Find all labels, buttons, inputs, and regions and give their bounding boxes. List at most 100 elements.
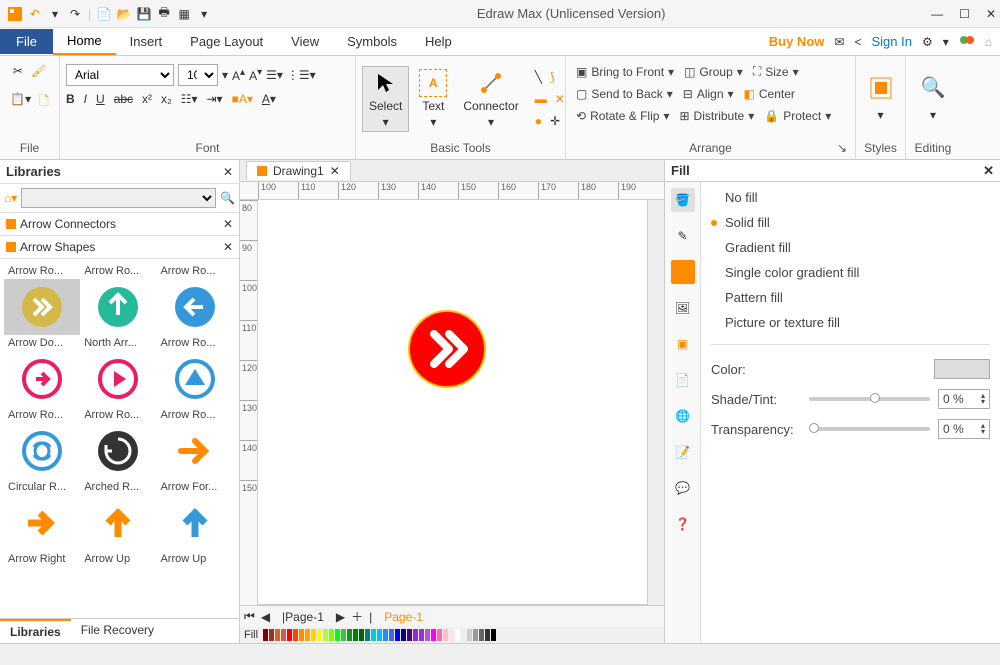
text-tool[interactable]: A Text▾ [413,67,453,131]
shape-arrow-double[interactable] [4,279,80,335]
color-swatch[interactable] [365,629,370,641]
library-dropdown[interactable] [21,188,216,208]
scrollbar-vertical[interactable] [648,200,664,605]
home-icon[interactable]: ⌂ [985,35,992,49]
close-section-icon[interactable]: ✕ [223,217,233,231]
color-swatch[interactable] [419,629,424,641]
color-swatch[interactable] [323,629,328,641]
font-decrease-icon[interactable]: A▾ [249,67,262,83]
color-swatch[interactable] [311,629,316,641]
fill-option-picture[interactable]: Picture or texture fill [711,315,990,330]
document-tab[interactable]: Drawing1 ✕ [246,161,351,180]
page-tab-1[interactable]: |Page-1 [276,610,330,624]
chevron-down-icon[interactable]: ▾ [48,7,62,21]
protect-button[interactable]: 🔒 Protect ▾ [760,107,835,125]
close-panel-icon[interactable]: ✕ [223,165,233,179]
page-nav-prev[interactable]: ◀ [261,610,270,624]
font-color-icon[interactable]: A▾ [262,92,276,106]
color-swatch[interactable] [263,629,268,641]
page-nav-next[interactable]: ▶ [336,610,345,624]
color-swatch[interactable] [281,629,286,641]
color-swatch[interactable] [341,629,346,641]
page-nav-first[interactable]: ⏮ [244,609,255,624]
styles-icon[interactable] [869,76,893,100]
shape-arrow-left[interactable] [156,279,232,335]
color-swatch[interactable] [377,629,382,641]
arrange-expand-icon[interactable]: ↘ [837,141,847,155]
color-swatch[interactable] [383,629,388,641]
shape-arrow-play[interactable] [80,351,156,407]
paste-icon[interactable]: ✂ [13,64,23,78]
color-swatch[interactable] [329,629,334,641]
minimize-button[interactable]: — [931,7,943,21]
menu-insert[interactable]: Insert [116,29,177,54]
color-swatch[interactable] [287,629,292,641]
buy-now-link[interactable]: Buy Now [769,34,825,49]
gear-dropdown[interactable]: ▾ [943,35,949,49]
fill-option-pattern[interactable]: Pattern fill [711,290,990,305]
bold-button[interactable]: B [66,92,75,106]
italic-button[interactable]: I [84,92,87,106]
menu-page-layout[interactable]: Page Layout [176,29,277,54]
color-swatch[interactable] [461,629,466,641]
shade-value-input[interactable]: 0 %▴▾ [938,389,990,409]
line-tool-icon[interactable]: ╲ [535,70,542,84]
color-swatch[interactable] [401,629,406,641]
color-swatch[interactable] [455,629,460,641]
shape-arched-refresh[interactable] [80,423,156,479]
curve-tool-icon[interactable]: ⟆ [550,70,555,84]
color-swatch[interactable] [347,629,352,641]
color-swatch[interactable] [293,629,298,641]
group-button[interactable]: ◫ Group ▾ [680,63,747,81]
close-tab-icon[interactable]: ✕ [330,164,340,178]
redo-icon[interactable]: ↷ [68,7,82,21]
fill-solid-icon[interactable] [671,260,695,284]
close-button[interactable]: ✕ [986,7,996,21]
color-swatch[interactable] [467,629,472,641]
indent-icon[interactable]: ⇥▾ [207,92,223,106]
lib-section-arrow-shapes[interactable]: Arrow Shapes ✕ [0,236,239,259]
rect-tool-icon[interactable]: ▬ [535,92,547,106]
color-swatch[interactable] [335,629,340,641]
color-swatch[interactable] [443,629,448,641]
menu-view[interactable]: View [277,29,333,54]
highlight-icon[interactable]: ■A▾ [232,92,253,106]
color-swatch[interactable] [299,629,304,641]
fill-bucket-icon[interactable]: 🪣 [671,188,695,212]
connector-tool[interactable]: Connector▾ [457,67,524,131]
page-tab-active[interactable]: Page-1 [378,610,429,624]
fill-option-gradient[interactable]: Gradient fill [711,240,990,255]
color-swatch[interactable] [305,629,310,641]
shape-north-arrow[interactable] [80,279,156,335]
color-swatch[interactable] [275,629,280,641]
canvas[interactable] [258,200,648,605]
pen-icon[interactable]: ✎ [671,224,695,248]
undo-icon[interactable]: ↶ [28,7,42,21]
underline-button[interactable]: U [96,92,105,106]
align-icon[interactable]: ☰▾ [266,68,283,82]
doc-icon[interactable]: 🗋 [39,92,49,113]
crop-tool-icon[interactable]: ✛ [550,114,560,128]
shape-arrow-ring-right[interactable] [4,351,80,407]
layers-icon[interactable]: ▣ [671,332,695,356]
superscript-button[interactable]: x² [142,92,152,106]
cloud-icon[interactable] [959,32,975,51]
rotate-flip-button[interactable]: ⟲ Rotate & Flip ▾ [572,107,673,125]
brush-icon[interactable]: 🖌 [31,64,46,78]
strikethrough-button[interactable]: abc [114,92,133,106]
line-spacing-icon[interactable]: ☷▾ [181,92,198,106]
fill-option-single-gradient[interactable]: Single color gradient fill [711,265,990,280]
align-button[interactable]: ⊟ Align ▾ [679,85,738,103]
center-button[interactable]: ◧ Center [740,85,799,103]
canvas-shape-arrow-double[interactable] [408,310,486,388]
open-icon[interactable]: 📂 [117,7,131,21]
tab-file-recovery[interactable]: File Recovery [71,619,164,643]
transparency-value-input[interactable]: 0 %▴▾ [938,419,990,439]
color-swatch[interactable] [317,629,322,641]
shape-circular-refresh[interactable] [4,423,80,479]
gear-icon[interactable]: ⚙ [922,35,933,49]
menu-help[interactable]: Help [411,29,466,54]
color-swatch[interactable] [473,629,478,641]
page-add[interactable]: ＋ [351,608,363,625]
x-tool-icon[interactable]: ✕ [555,92,565,106]
